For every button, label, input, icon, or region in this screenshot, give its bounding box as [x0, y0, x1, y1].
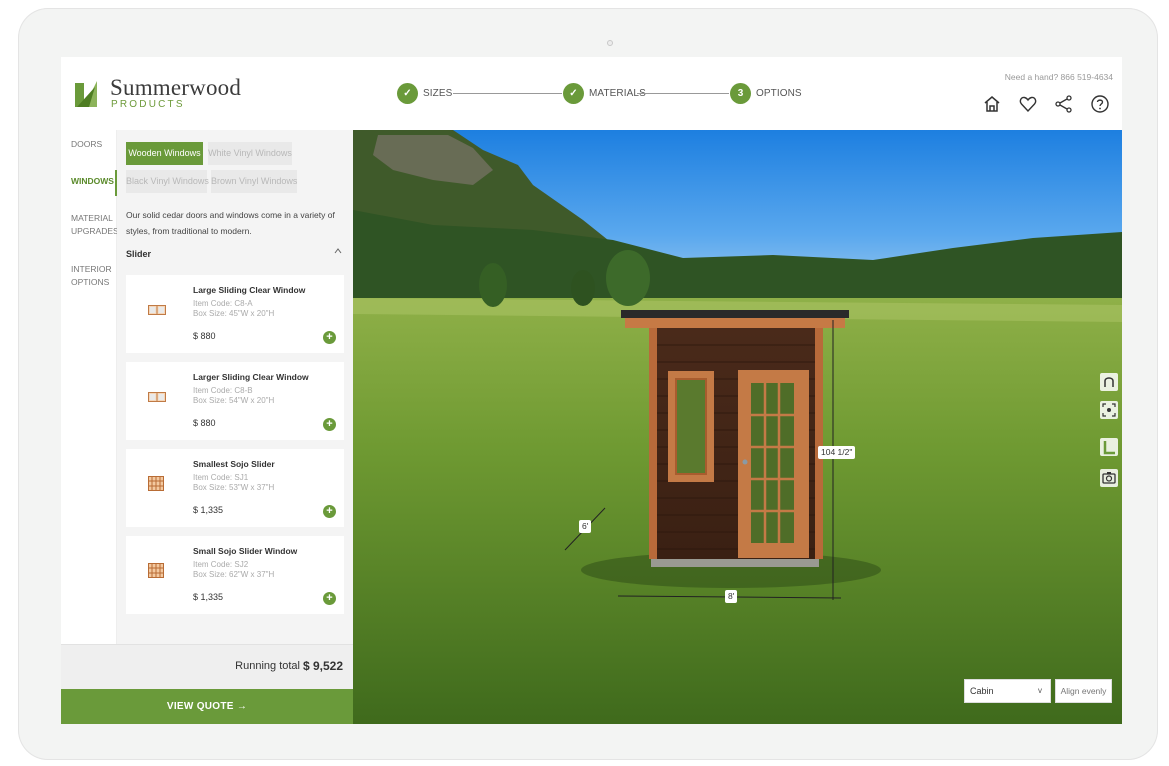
product-card[interactable]: Large Sliding Clear Window Item Code: C8…	[126, 275, 344, 353]
home-icon[interactable]	[982, 94, 1002, 114]
brand-name: Summerwood	[110, 75, 242, 100]
building-select-value: Cabin	[970, 686, 994, 696]
step-sizes-label[interactable]: SIZES	[423, 88, 452, 99]
product-price: $ 1,335	[193, 505, 224, 515]
scene-render	[353, 130, 1122, 724]
share-icon[interactable]	[1054, 94, 1074, 114]
measure-icon[interactable]	[1100, 438, 1118, 456]
add-plus-icon[interactable]: +	[323, 331, 336, 344]
step-materials-check-icon[interactable]: ✓	[563, 83, 584, 104]
align-evenly-button[interactable]: Align evenly	[1055, 679, 1112, 703]
nav-doors[interactable]: DOORS	[71, 138, 102, 151]
camera-icon[interactable]	[1100, 469, 1118, 487]
section-title[interactable]: Slider	[126, 249, 151, 259]
product-price: $ 880	[193, 331, 216, 341]
grid-window-thumbnail-icon	[148, 563, 164, 578]
rotate-icon[interactable]	[1100, 373, 1118, 391]
3d-viewport[interactable]: 104 1/2" 6' 8' Cabin v Align evenly	[353, 130, 1122, 724]
add-plus-icon[interactable]: +	[323, 592, 336, 605]
view-quote-button[interactable]: VIEW QUOTE →	[61, 689, 353, 724]
product-code: Item Code: SJ2	[193, 560, 249, 569]
step-options-number[interactable]: 3	[730, 83, 751, 104]
category-nav: DOORS WINDOWS MATERIAL UPGRADES INTERIOR…	[61, 130, 119, 644]
product-price: $ 880	[193, 418, 216, 428]
cabin-roof	[621, 310, 849, 318]
tablet-camera	[607, 40, 613, 46]
product-box-size: Box Size: 54"W x 20"H	[193, 396, 275, 405]
nav-windows[interactable]: WINDOWS	[71, 175, 114, 188]
product-code: Item Code: C8-B	[193, 386, 253, 395]
header-toolbar	[982, 94, 1112, 116]
nav-interior-options-line2: OPTIONS	[71, 277, 110, 287]
product-title: Smallest Sojo Slider	[193, 459, 275, 469]
add-plus-icon[interactable]: +	[323, 505, 336, 518]
brand-logo[interactable]: Summerwood PRODUCTS	[75, 74, 245, 114]
product-box-size: Box Size: 62"W x 37"H	[193, 570, 275, 579]
chevron-up-icon[interactable]	[333, 246, 343, 256]
product-code: Item Code: SJ1	[193, 473, 249, 482]
product-box-size: Box Size: 53"W x 37"H	[193, 483, 275, 492]
product-box-size: Box Size: 45"W x 20"H	[193, 309, 275, 318]
options-panel: Wooden Windows White Vinyl Windows Black…	[117, 130, 353, 644]
running-total-label: Running total	[235, 660, 300, 672]
product-title: Large Sliding Clear Window	[193, 285, 306, 295]
product-title: Small Sojo Slider Window	[193, 546, 298, 556]
progress-steps: ✓ SIZES ✓ MATERIALS 3 OPTIONS	[397, 83, 817, 107]
app-screen: Summerwood PRODUCTS ✓ SIZES ✓ MATERIALS …	[61, 57, 1122, 724]
nav-interior-options-line1: INTERIOR	[71, 264, 112, 274]
tab-brown-vinyl-windows[interactable]: Brown Vinyl Windows	[211, 170, 297, 193]
product-code: Item Code: C8-A	[193, 299, 253, 308]
running-total-bar: Running total $ 9,522	[61, 644, 353, 689]
slider-window-thumbnail-icon	[148, 305, 166, 315]
heart-icon[interactable]	[1018, 94, 1038, 114]
grid-window-thumbnail-icon	[148, 476, 164, 491]
leaf-logo-icon	[75, 81, 97, 107]
slider-window-thumbnail-icon	[148, 392, 166, 402]
tab-white-vinyl-windows[interactable]: White Vinyl Windows	[208, 142, 292, 165]
step-sizes-check-icon[interactable]: ✓	[397, 83, 418, 104]
nav-interior-options[interactable]: INTERIOR OPTIONS	[71, 263, 112, 289]
nav-material-upgrades[interactable]: MATERIAL UPGRADES	[71, 212, 119, 238]
nav-material-upgrades-line1: MATERIAL	[71, 213, 113, 223]
tab-black-vinyl-windows[interactable]: Black Vinyl Windows	[126, 170, 209, 193]
height-dimension-label: 104 1/2"	[818, 446, 856, 459]
help-phone[interactable]: Need a hand? 866 519-4634	[1005, 72, 1113, 82]
depth-dimension-label: 6'	[579, 520, 592, 533]
focus-icon[interactable]	[1100, 401, 1118, 419]
building-select[interactable]: Cabin v	[964, 679, 1051, 703]
width-dimension-label: 8'	[725, 590, 738, 603]
step-options-label[interactable]: OPTIONS	[756, 88, 802, 99]
help-icon[interactable]	[1090, 94, 1110, 114]
chevron-down-icon: v	[1038, 686, 1042, 695]
brand-sub: PRODUCTS	[111, 99, 185, 110]
product-title: Larger Sliding Clear Window	[193, 372, 309, 382]
header: Summerwood PRODUCTS ✓ SIZES ✓ MATERIALS …	[61, 57, 1122, 130]
add-plus-icon[interactable]: +	[323, 418, 336, 431]
tab-wooden-windows[interactable]: Wooden Windows	[126, 142, 203, 165]
product-card[interactable]: Larger Sliding Clear Window Item Code: C…	[126, 362, 344, 440]
step-divider	[453, 93, 562, 94]
category-description: Our solid cedar doors and windows come i…	[126, 210, 335, 236]
product-card[interactable]: Small Sojo Slider Window Item Code: SJ2 …	[126, 536, 344, 614]
product-card[interactable]: Smallest Sojo Slider Item Code: SJ1 Box …	[126, 449, 344, 527]
nav-material-upgrades-line2: UPGRADES	[71, 226, 119, 236]
step-divider	[637, 93, 729, 94]
product-price: $ 1,335	[193, 592, 224, 602]
running-total-value: $ 9,522	[302, 659, 343, 673]
